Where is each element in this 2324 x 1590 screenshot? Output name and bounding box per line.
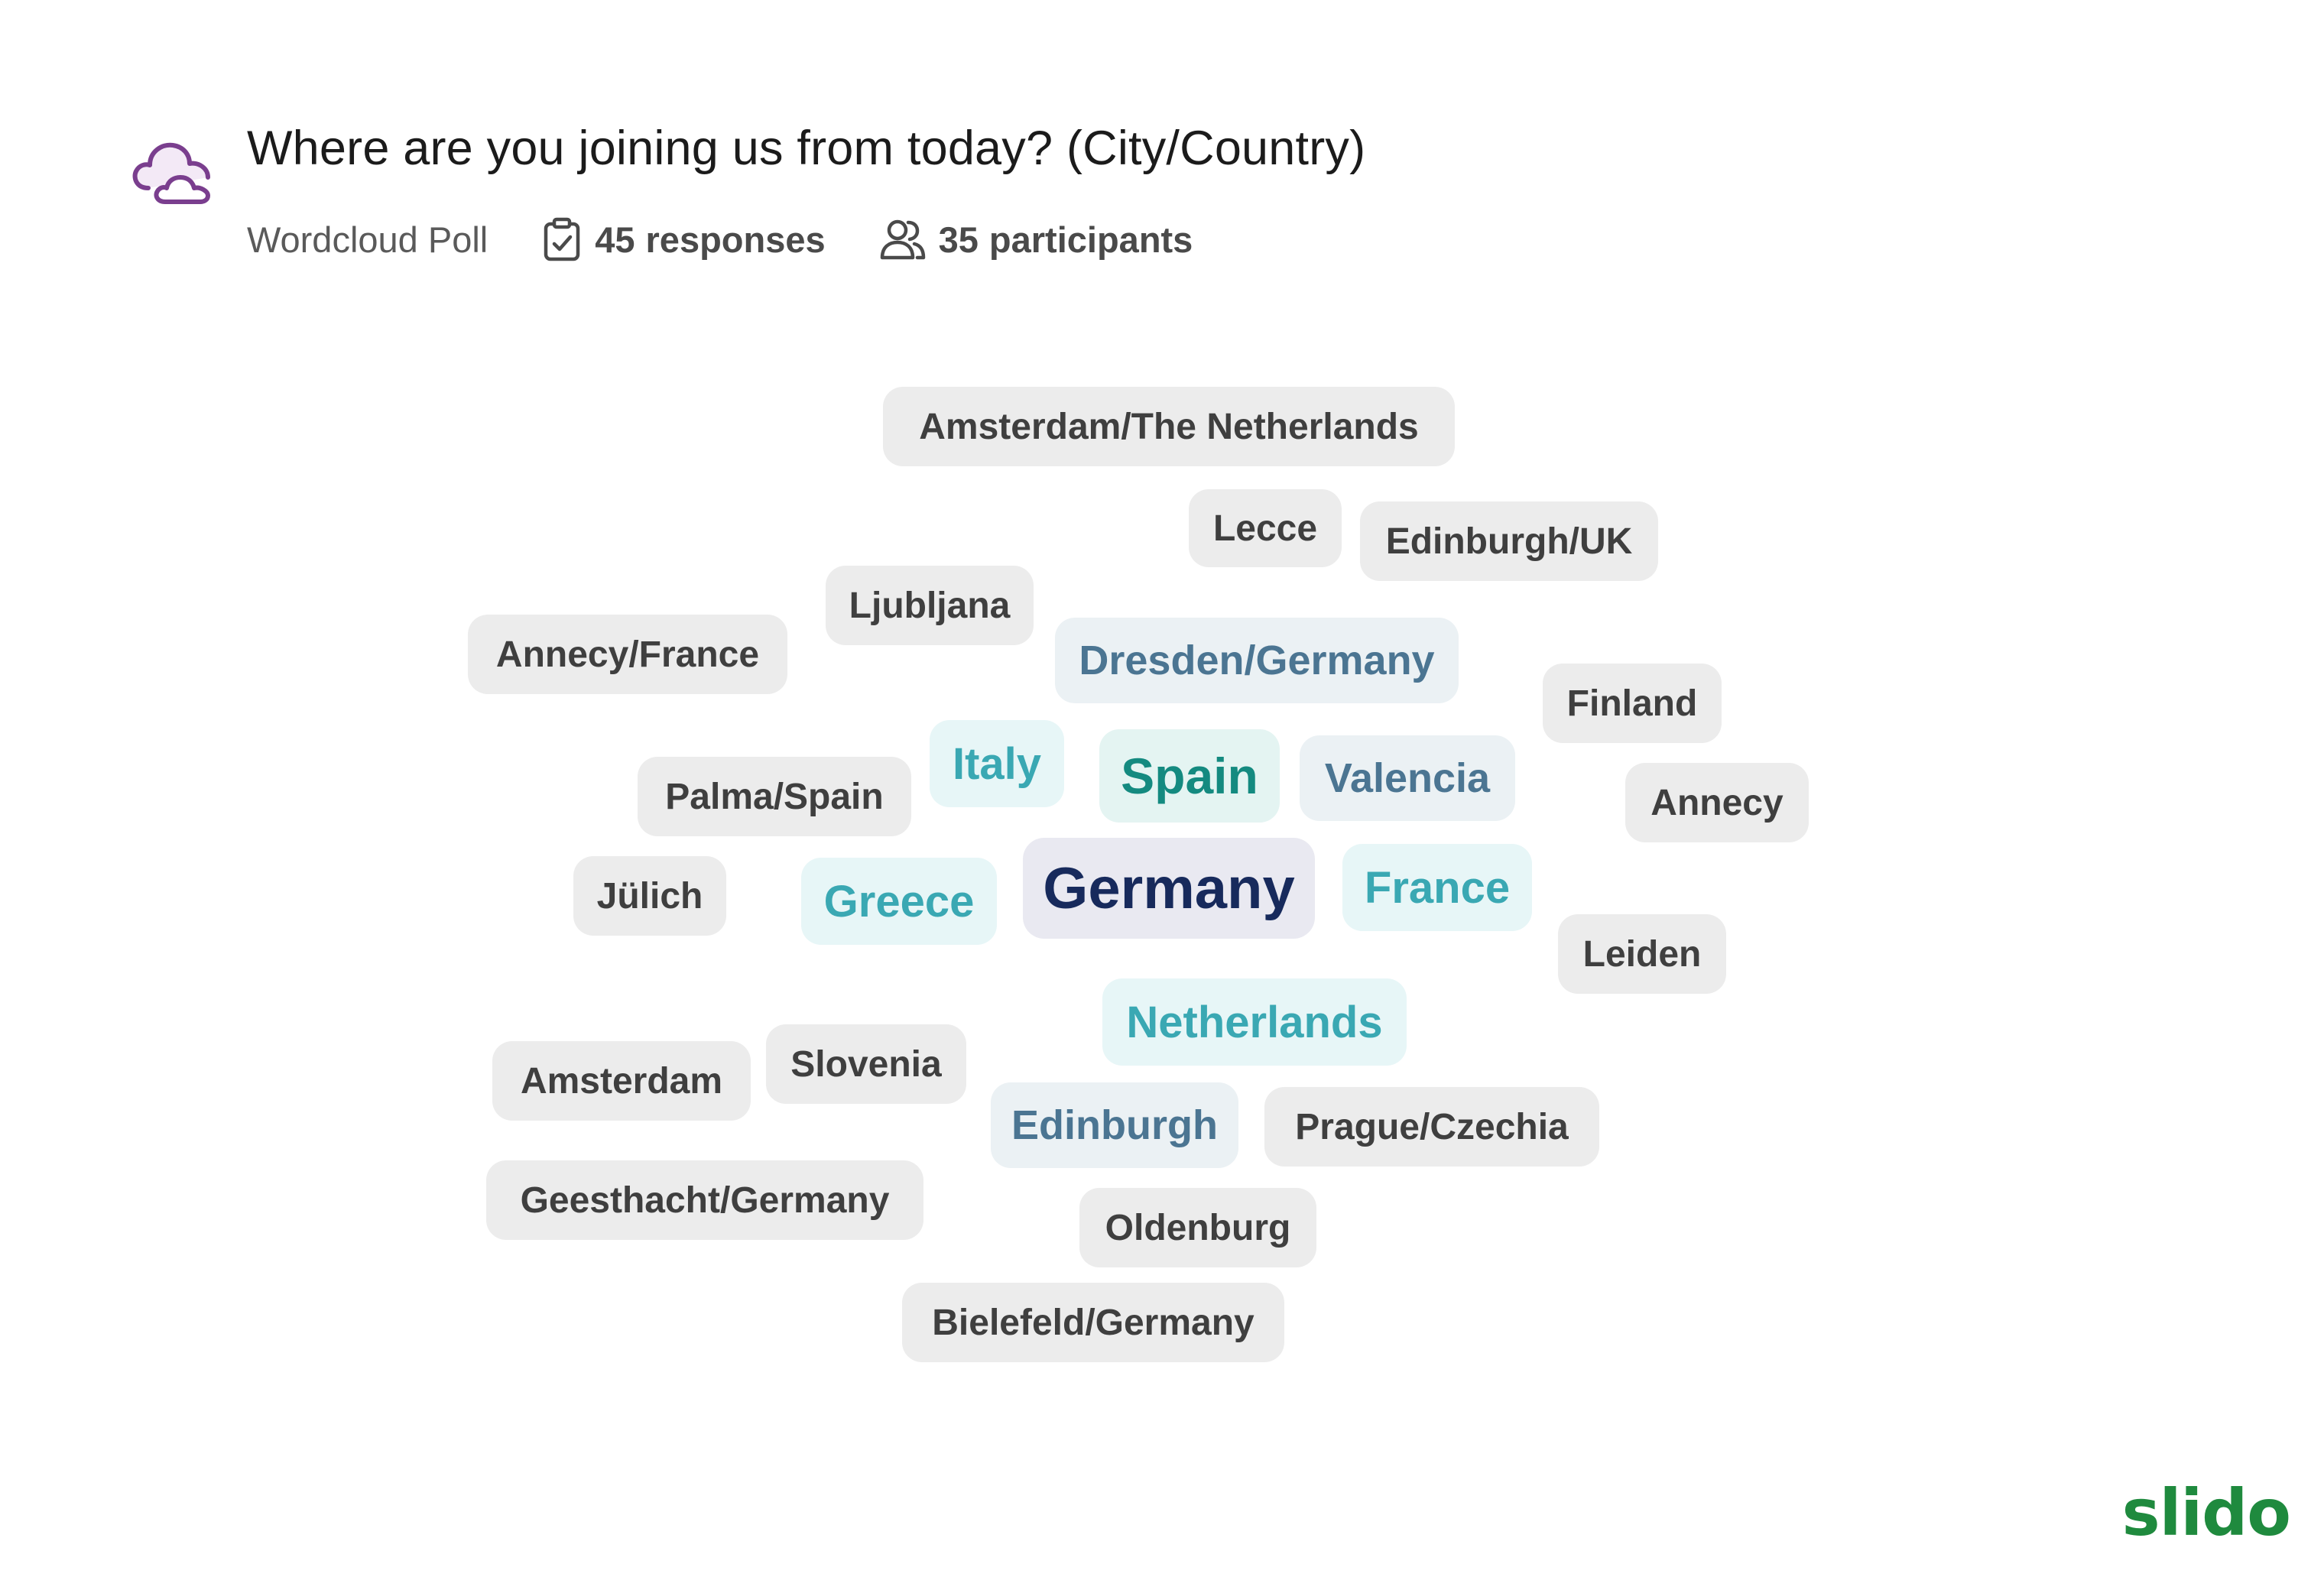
word-chip: Amsterdam/The Netherlands xyxy=(883,387,1455,466)
word-chip: Greece xyxy=(801,858,997,945)
word-chip: Finland xyxy=(1543,664,1722,743)
word-chip: Annecy xyxy=(1625,763,1809,842)
slido-logo: slido xyxy=(2121,1475,2291,1550)
word-chip: Germany xyxy=(1023,838,1315,939)
word-chip: Palma/Spain xyxy=(638,757,911,836)
word-chip: Annecy/France xyxy=(468,615,787,694)
word-chip: Leiden xyxy=(1558,914,1726,994)
word-chip: Slovenia xyxy=(766,1024,966,1104)
word-cloud: Amsterdam/The Netherlands Lecce Edinburg… xyxy=(0,0,2324,1590)
word-chip: Ljubljana xyxy=(826,566,1034,645)
word-chip: Edinburgh xyxy=(991,1082,1238,1168)
word-chip: Prague/Czechia xyxy=(1264,1087,1599,1167)
word-chip: Netherlands xyxy=(1102,978,1407,1066)
word-chip: Lecce xyxy=(1189,489,1342,567)
word-chip: Valencia xyxy=(1300,735,1515,821)
word-chip: Jülich xyxy=(573,856,726,936)
word-chip: Spain xyxy=(1099,729,1280,823)
word-chip: Dresden/Germany xyxy=(1055,618,1459,703)
word-chip: Italy xyxy=(930,720,1064,807)
word-chip: Oldenburg xyxy=(1079,1188,1316,1267)
word-chip: Bielefeld/Germany xyxy=(902,1283,1284,1362)
word-chip: Edinburgh/UK xyxy=(1360,501,1658,581)
word-chip: Amsterdam xyxy=(492,1041,751,1121)
word-chip: France xyxy=(1342,844,1532,931)
word-chip: Geesthacht/Germany xyxy=(486,1160,923,1240)
